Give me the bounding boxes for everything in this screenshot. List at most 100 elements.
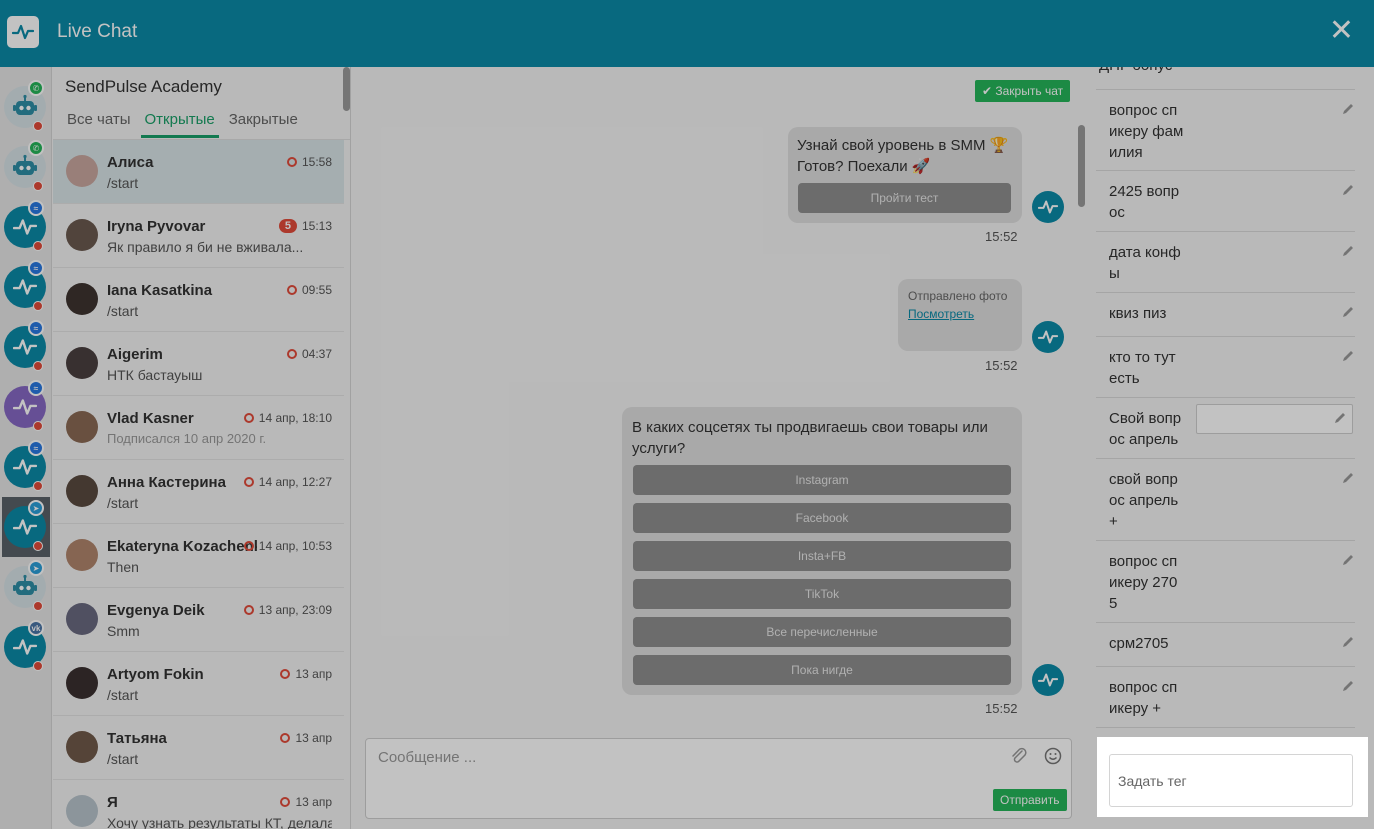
edit-icon[interactable] [1341,305,1355,324]
edit-icon[interactable] [1341,679,1355,698]
contact-time-text: 13 апр, 23:09 [258,603,332,617]
contact-last-message: Хочу узнать результаты КТ, делала... [107,815,332,829]
unread-badge: 5 [278,219,297,233]
contact-item[interactable]: Ekateryna Kozachenko Then 14 апр, 10:53 [53,524,344,588]
tag-label: кто то тут есть [1109,347,1189,389]
open-status-icon [286,157,297,167]
pulse-icon [13,399,37,415]
tag-label-line: илия [1109,144,1143,161]
bot-item[interactable]: ✆ [2,77,50,137]
emoji-icon[interactable] [1044,747,1062,770]
tag-row: срм2705 [1096,623,1355,667]
tag-label-line: + [1109,513,1118,530]
contact-last-message: Then [107,559,139,575]
edit-icon[interactable] [1341,635,1355,654]
contact-time-text: 04:37 [301,347,332,361]
tag-label-line: ос [1109,204,1125,221]
contact-time: 15:58 [286,155,332,169]
bot-item[interactable]: ≈ [2,257,50,317]
message-composer: Отправить [365,738,1072,819]
tag-value-input[interactable] [1196,404,1353,434]
contact-time-text: 14 апр, 12:27 [258,475,332,489]
contact-last-message: /start [107,495,139,511]
edit-icon[interactable] [1341,102,1355,121]
tab-all-chats[interactable]: Все чаты [63,109,135,138]
quick-reply-button[interactable]: Все перечисленные [633,617,1011,647]
quick-reply-button[interactable]: Insta+FB [633,541,1011,571]
close-chat-button[interactable]: ✔ Закрыть чат [975,80,1071,102]
add-tag-input[interactable] [1109,754,1353,807]
contact-time: 13 апр [280,667,332,681]
bot-item[interactable]: ≈ [2,317,50,377]
contact-item[interactable]: Iana Kasatkina/start 09:55 [53,268,344,332]
tab-closed[interactable]: Закрытые [225,109,302,138]
tag-row: Свой вопр ос апрель [1096,398,1355,459]
open-status-icon [280,733,291,743]
vk-icon: vk [28,620,44,636]
tab-open[interactable]: Открытые [140,109,219,138]
quick-reply-button[interactable]: Facebook [633,503,1011,533]
tag-row: дата конф ы [1096,232,1355,293]
contact-item[interactable]: Artyom Fokin/start 13 апр [53,652,344,716]
edit-icon[interactable] [1341,471,1355,490]
tags-panel: ДНГ бонус вопрос сп икеру фам илия 2425 воп… [1086,67,1374,829]
contact-name: Iana Kasatkina [107,282,213,299]
tag-label: дата конф ы [1109,242,1189,284]
edit-icon[interactable] [1333,411,1347,430]
message-time: 15:52 [985,701,1018,716]
message-input[interactable] [378,749,998,766]
contact-last-message: /start [107,175,139,191]
bot-item[interactable]: ➤ [2,497,50,557]
contact-last-message: /start [107,303,139,319]
contact-last-message: Подписался 10 апр 2020 г. [107,431,267,446]
attach-icon[interactable] [1010,747,1028,770]
avatar [66,795,98,827]
bot-item[interactable]: ≈ [2,377,50,437]
contact-item[interactable]: Aigerim НТК бастауыш 04:37 [53,332,344,396]
tag-label-line: квиз пиз [1109,305,1167,322]
tag-label-line: ос апрель [1109,492,1179,509]
contacts-scrollbar[interactable] [343,67,350,111]
contact-item[interactable]: Анна Кастерина/start 14 апр, 12:27 [53,460,344,524]
bot-item[interactable]: ≈ [2,197,50,257]
contact-item[interactable]: Татьяна/start 13 апр [53,716,344,780]
pulse-icon [1038,200,1058,214]
open-status-icon [286,285,297,295]
open-status-icon [243,605,254,615]
app-logo [7,16,39,48]
tag-label-line: вопрос сп [1109,553,1178,570]
contact-item[interactable]: Evgenya Deik Smm 13 апр, 23:09 [53,588,344,652]
edit-icon[interactable] [1341,349,1355,368]
quick-reply-button[interactable]: TikTok [633,579,1011,609]
send-button[interactable]: Отправить [993,789,1067,811]
quick-reply-button[interactable]: Instagram [633,465,1011,495]
chat-scrollbar[interactable] [1078,125,1085,207]
contact-name: Ekateryna Kozachenko [107,538,257,555]
bot-item[interactable]: ✆ [2,137,50,197]
avatar [66,155,98,187]
edit-icon[interactable] [1341,244,1355,263]
contact-item[interactable]: Я Хочу узнать результаты КТ, делала... 13 … [53,780,344,829]
view-photo-link[interactable]: Посмотреть [908,307,974,321]
contact-item[interactable]: Алиса/start 15:58 [53,140,344,204]
bot-item[interactable]: vk [2,617,50,677]
close-icon[interactable]: ✕ [1329,14,1354,48]
take-test-button[interactable]: Пройти тест [798,183,1011,213]
avatar [66,667,98,699]
edit-icon[interactable] [1341,553,1355,572]
contact-item[interactable]: Vlad Kasner Подписался 10 апр 2020 г. 14 а… [53,396,344,460]
robot-icon [13,94,37,115]
agent-avatar [1032,664,1064,696]
telegram-icon: ➤ [28,560,44,576]
message-text: услуги? [632,440,686,457]
edit-icon[interactable] [1341,183,1355,202]
open-status-icon [243,413,254,423]
bot-item[interactable]: ➤ [2,557,50,617]
bot-item[interactable]: ≈ [2,437,50,497]
open-status-icon [243,541,254,551]
quick-reply-button[interactable]: Пока нигде [633,655,1011,685]
contact-item[interactable]: Iryna Pyvovar Як правило я би не вживала.… [53,204,344,268]
contact-time: 13 апр, 23:09 [243,603,332,617]
open-status-icon [286,349,297,359]
tag-label: вопрос сп икеру фам илия [1109,100,1189,163]
